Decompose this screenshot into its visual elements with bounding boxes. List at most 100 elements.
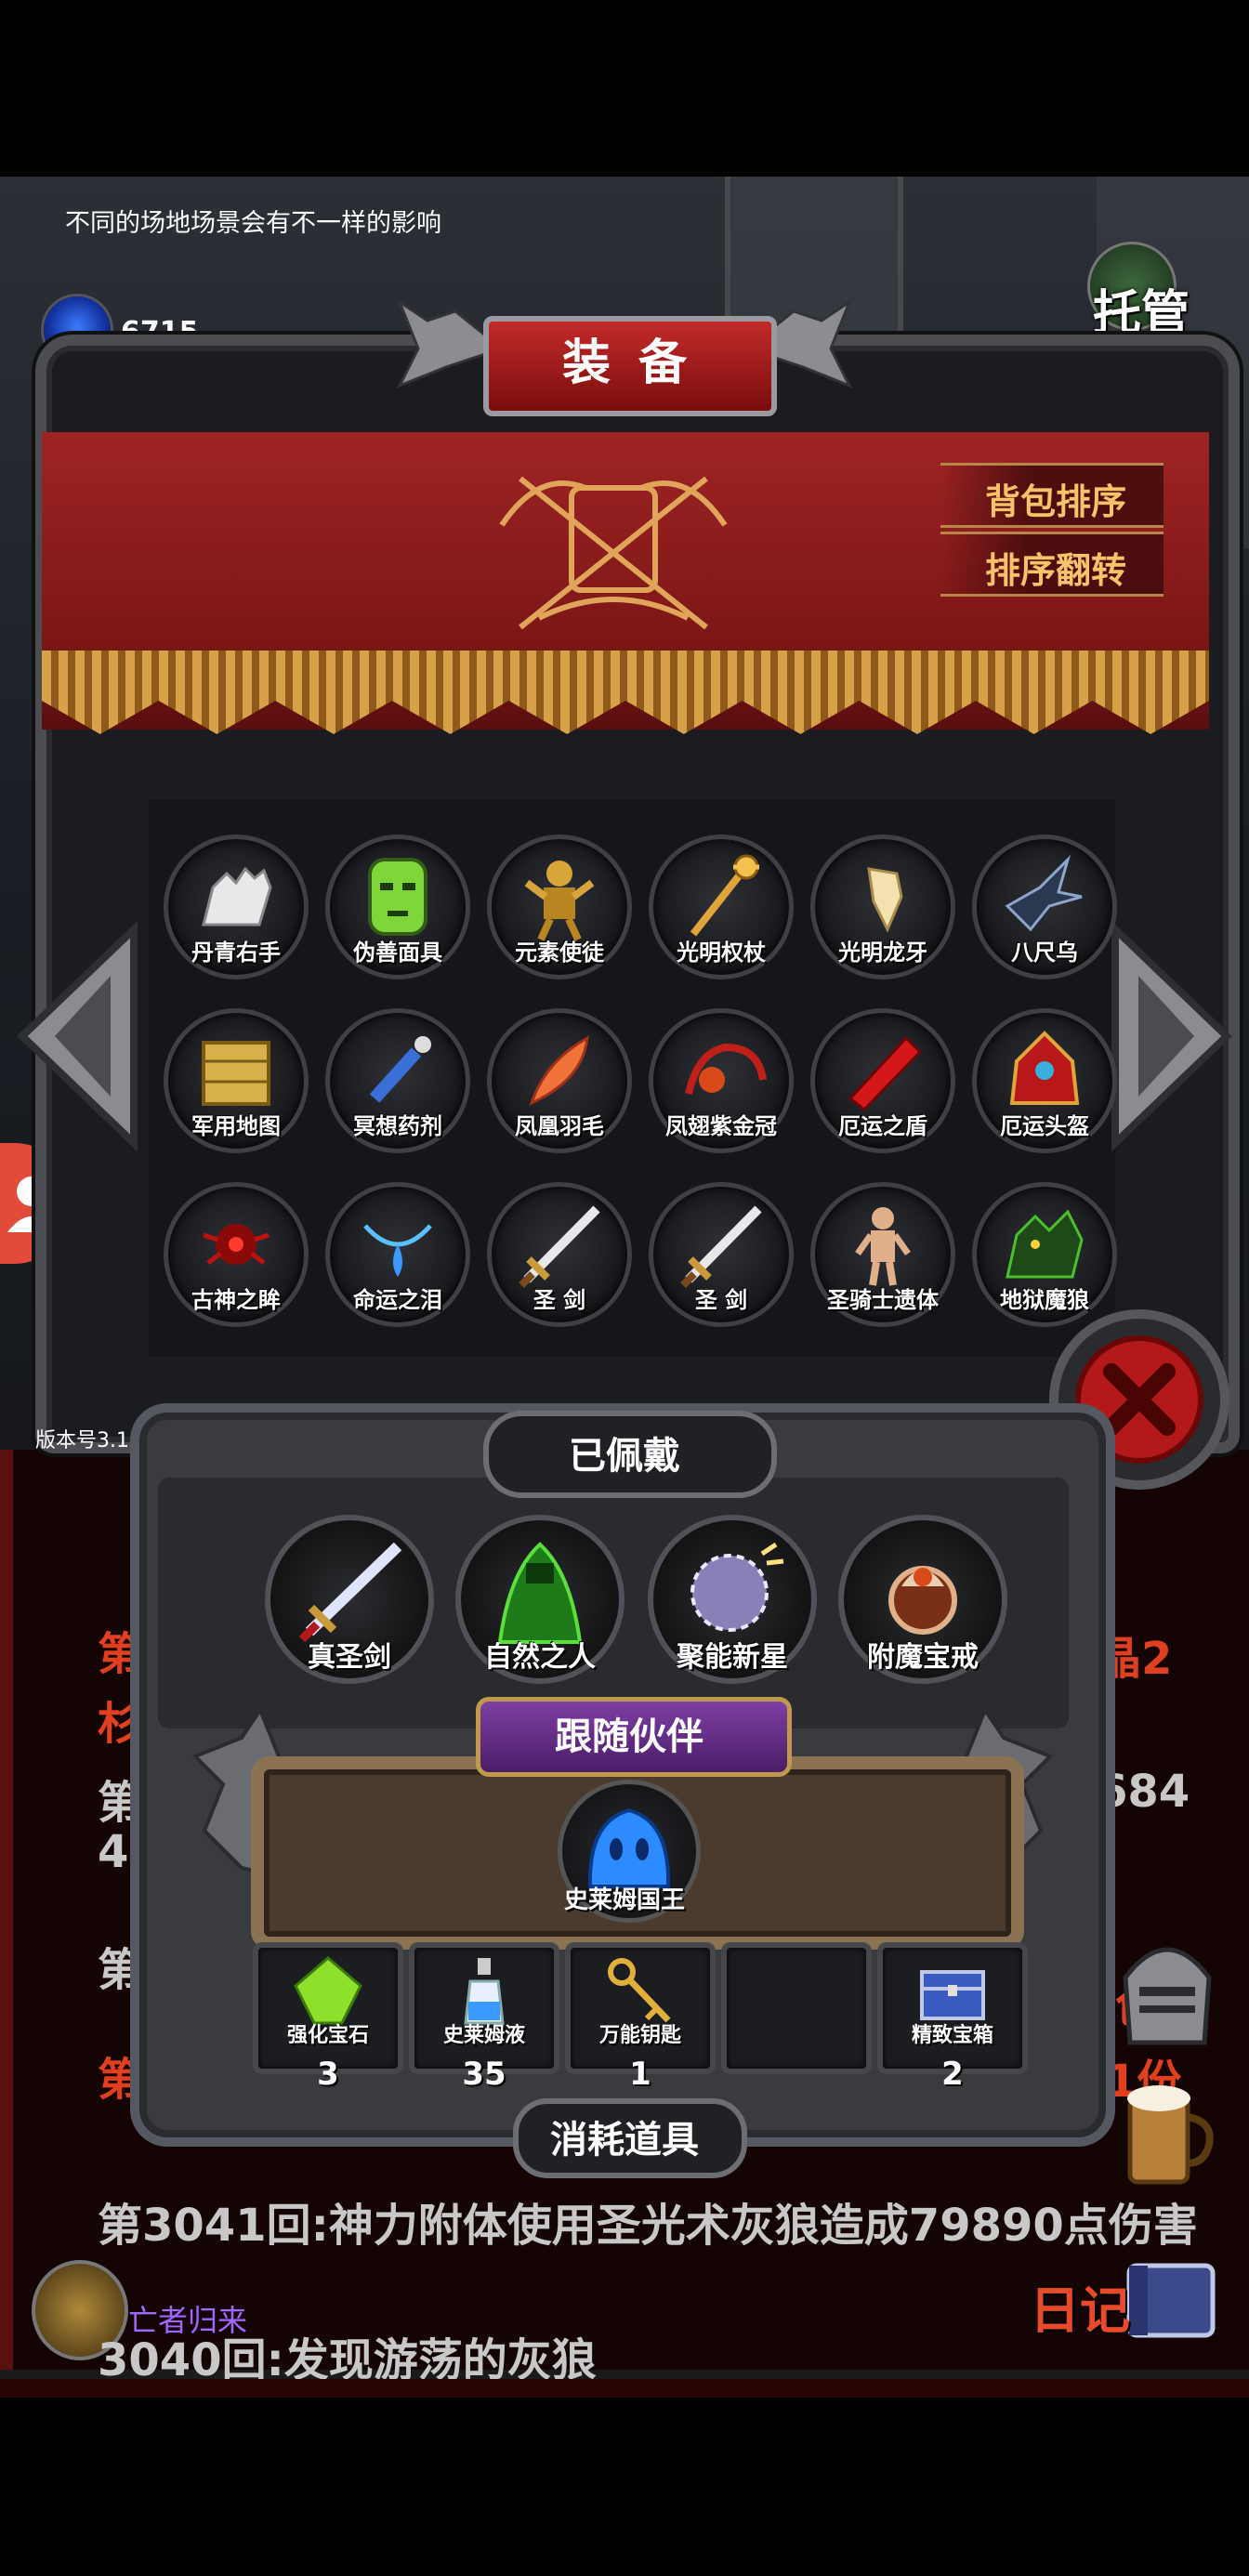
item-label: 圣 剑 (694, 1287, 748, 1313)
inventory-slot[interactable]: 军用地图 (164, 1008, 309, 1153)
inventory-slot[interactable]: 厄运头盔 (972, 1008, 1117, 1153)
white-glove-icon (202, 866, 272, 927)
blue-tear-amulet-icon (363, 1224, 432, 1277)
worn-item-label: 附魔宝戒 (867, 1641, 979, 1674)
equipment-title: 装备 (561, 335, 715, 391)
green-gem-icon (294, 1956, 362, 2025)
dragon-fang-icon (867, 867, 903, 933)
crow-icon (1005, 854, 1083, 932)
consumable-slot[interactable]: 强化宝石 (253, 1942, 403, 2074)
consumable-slot[interactable]: 精致宝箱 (877, 1942, 1028, 2074)
consumable-label: 精致宝箱 (911, 2024, 993, 2047)
golden-key-icon (608, 1958, 671, 2023)
worn-slot[interactable]: 真圣剑 (265, 1515, 434, 1684)
consumable-count: 1 (629, 2056, 651, 2093)
consumable-slot[interactable]: 史莱姆液 (409, 1942, 559, 2074)
worn-item-label: 真圣剑 (308, 1641, 391, 1674)
green-mask-icon (368, 858, 427, 936)
item-label: 伪善面具 (353, 940, 442, 966)
item-label: 冥想药剂 (353, 1113, 442, 1139)
item-label: 凤翅紫金冠 (665, 1113, 777, 1139)
item-label: 圣骑士遗体 (827, 1287, 939, 1313)
inventory-slot[interactable]: 厄运之盾 (810, 1008, 955, 1153)
item-label: 军用地图 (191, 1113, 281, 1139)
consumable-label: 万能钥匙 (598, 2024, 681, 2047)
inventory-slot[interactable]: 命运之泪 (325, 1182, 470, 1327)
red-shield-icon (848, 1035, 923, 1112)
diary-button[interactable]: 日记 (1030, 2269, 1130, 2343)
bottom-bar (0, 2379, 1249, 2398)
worn-item-label: 聚能新星 (677, 1641, 788, 1674)
inventory-slot[interactable]: 古神之眸 (164, 1182, 309, 1327)
holy-sword-icon (680, 1205, 762, 1288)
hell-wolf-icon (1006, 1209, 1084, 1279)
item-label: 光明权杖 (677, 940, 766, 966)
treasure-chest-icon (920, 1970, 985, 2020)
auto-battle-button[interactable]: 托管 (1093, 274, 1190, 344)
item-label: 丹青右手 (191, 940, 281, 966)
inventory-slot[interactable]: 圣 剑 (487, 1182, 632, 1327)
item-label: 古神之眸 (191, 1287, 281, 1313)
red-helmet-icon (1009, 1031, 1080, 1105)
consumables-title: 消耗道具 (550, 2119, 699, 2162)
diary-book-icon[interactable] (1115, 2247, 1227, 2349)
item-label: 八尺乌 (1011, 940, 1078, 966)
sort-reverse-button[interactable]: 排序翻转 (940, 532, 1164, 597)
inventory-slot[interactable]: 光明龙牙 (810, 835, 955, 979)
slime-bottle-icon (464, 1958, 505, 2025)
inventory-slot[interactable]: 凤凰羽毛 (487, 1008, 632, 1153)
nature-man-icon (497, 1542, 583, 1644)
true-holy-sword-icon (298, 1542, 402, 1643)
golden-golem-icon (524, 861, 595, 941)
item-label: 圣 剑 (532, 1287, 586, 1313)
crossed-swords-crest-icon (499, 476, 728, 630)
item-label: 元素使徒 (515, 940, 604, 966)
version-label: 版本号3.16 (35, 1429, 142, 1452)
scene-hint: 不同的场地场景会有不一样的影响 (65, 209, 441, 238)
phoenix-crown-icon (685, 1043, 767, 1095)
scroll-map-icon (202, 1041, 270, 1106)
worn-item-label: 自然之人 (484, 1641, 596, 1674)
consumable-label: 史莱姆液 (442, 2024, 525, 2047)
nova-orb-icon (690, 1542, 784, 1632)
holy-sword-icon (519, 1205, 600, 1288)
consumable-count: 2 (941, 2056, 964, 2093)
consumable-slot-empty[interactable] (721, 1942, 872, 2074)
log-line: 第3041回:神力附体使用圣光术灰狼造成79890点伤害 (98, 2200, 1198, 2252)
worn-slot[interactable]: 附魔宝戒 (838, 1515, 1007, 1684)
consumable-count: 35 (462, 2056, 506, 2093)
phoenix-feather-icon (529, 1035, 589, 1106)
enchanted-ring-icon (888, 1566, 957, 1635)
paladin-body-icon (855, 1207, 911, 1286)
potion-icon (369, 1036, 431, 1103)
inventory-slot[interactable]: 伪善面具 (325, 835, 470, 979)
item-label: 凤凰羽毛 (515, 1113, 604, 1139)
golden-scepter-icon (690, 854, 759, 937)
worn-title: 已佩戴 (569, 1435, 680, 1478)
sort-bag-button[interactable]: 背包排序 (940, 463, 1164, 528)
red-eye-icon (203, 1224, 270, 1265)
item-label: 命运之泪 (353, 1287, 442, 1313)
inventory-slot[interactable]: 丹青右手 (164, 835, 309, 979)
inventory-slot[interactable]: 圣骑士遗体 (810, 1182, 955, 1327)
inventory-slot[interactable]: 元素使徒 (487, 835, 632, 979)
inventory-slot[interactable]: 地狱魔狼 (972, 1182, 1117, 1327)
companion-title: 跟随伙伴 (555, 1715, 703, 1758)
worn-slot[interactable]: 自然之人 (455, 1515, 624, 1684)
inventory-slot[interactable]: 凤翅紫金冠 (649, 1008, 794, 1153)
knight-helmet-icon[interactable] (1111, 1922, 1223, 2052)
item-label: 厄运头盔 (1000, 1113, 1089, 1139)
item-label: 厄运之盾 (838, 1113, 927, 1139)
inventory-slot[interactable]: 光明权杖 (649, 835, 794, 979)
consumable-slot[interactable]: 万能钥匙 (565, 1942, 716, 2074)
companion-name: 史莱姆国王 (563, 1886, 685, 1914)
item-label: 光明龙牙 (838, 940, 927, 966)
consumable-count: 3 (317, 2056, 339, 2093)
inventory-slot[interactable]: 八尺乌 (972, 835, 1117, 979)
inventory-slot[interactable]: 冥想药剂 (325, 1008, 470, 1153)
beer-mug-icon[interactable] (1111, 2070, 1223, 2191)
consumable-label: 强化宝石 (286, 2024, 369, 2047)
prev-page-arrow-icon[interactable] (13, 920, 143, 1152)
inventory-slot[interactable]: 圣 剑 (649, 1182, 794, 1327)
worn-slot[interactable]: 聚能新星 (648, 1515, 817, 1684)
